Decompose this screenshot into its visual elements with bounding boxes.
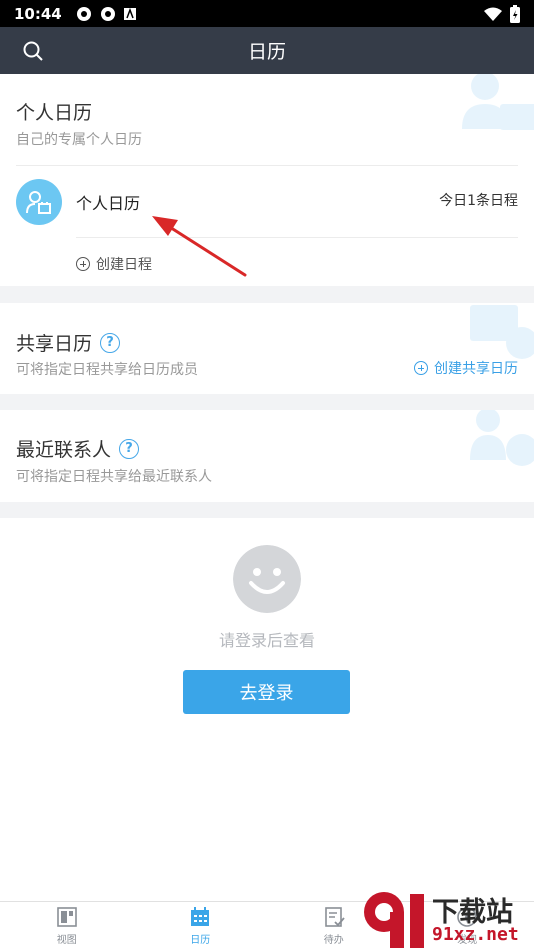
smiley-face-icon xyxy=(233,545,301,613)
section-divider xyxy=(16,165,518,166)
app-notification-icon xyxy=(76,6,91,21)
personal-calendar-bg-icon xyxy=(462,74,534,130)
app-notification-icon xyxy=(100,6,115,21)
recent-contacts-section: 最近联系人 ? 可将指定日程共享给最近联系人 xyxy=(0,410,534,502)
help-icon[interactable]: ? xyxy=(119,438,140,459)
recent-contacts-bg-icon xyxy=(470,410,534,466)
plus-circle-icon xyxy=(414,361,428,375)
personal-calendar-item[interactable]: 个人日历 xyxy=(76,190,140,214)
create-shared-calendar-button[interactable]: 创建共享日历 xyxy=(414,358,518,378)
wifi-icon xyxy=(484,7,502,21)
text-notification-icon xyxy=(123,7,136,20)
view-icon xyxy=(56,907,77,927)
calendar-icon xyxy=(191,907,210,926)
status-notification-icons xyxy=(76,6,136,22)
shared-calendar-subtitle: 可将指定日程共享给日历成员 xyxy=(16,362,198,378)
todo-icon xyxy=(324,907,345,927)
shared-calendar-section: 共享日历 ? 可将指定日程共享给日历成员 xyxy=(0,303,534,394)
search-icon[interactable] xyxy=(22,40,44,62)
recent-contacts-title: 最近联系人 ? xyxy=(16,435,140,462)
watermark-url: 91xz.net xyxy=(432,924,519,945)
page-title: 日历 xyxy=(247,41,286,63)
personal-calendar-title: 个人日历 xyxy=(16,102,93,124)
tab-view[interactable]: 视图 xyxy=(0,902,134,950)
status-bar: 10:44 xyxy=(0,0,534,27)
watermark-logo-icon xyxy=(364,892,424,948)
battery-icon xyxy=(510,4,520,23)
shared-calendar-bg-icon xyxy=(470,305,534,359)
user-calendar-icon xyxy=(26,191,51,214)
status-system-icons xyxy=(484,4,520,23)
recent-contacts-subtitle: 可将指定日程共享给最近联系人 xyxy=(16,469,212,485)
plus-circle-icon xyxy=(76,257,90,271)
shared-calendar-title: 共享日历 ? xyxy=(16,329,121,356)
today-schedule-count: 今日1条日程 xyxy=(439,193,518,209)
watermark: 下载站 91xz.net xyxy=(360,888,534,950)
login-button[interactable]: 去登录 xyxy=(183,670,350,714)
personal-calendar-subtitle: 自己的专属个人日历 xyxy=(16,132,142,148)
personal-calendar-avatar[interactable] xyxy=(16,179,62,225)
app-header: 日历 xyxy=(0,27,534,74)
login-hint-text: 请登录后查看 xyxy=(218,631,315,650)
help-icon[interactable]: ? xyxy=(100,332,121,353)
annotation-arrow xyxy=(152,216,247,277)
status-time: 10:44 xyxy=(14,4,62,23)
tab-calendar[interactable]: 日历 xyxy=(134,902,268,950)
